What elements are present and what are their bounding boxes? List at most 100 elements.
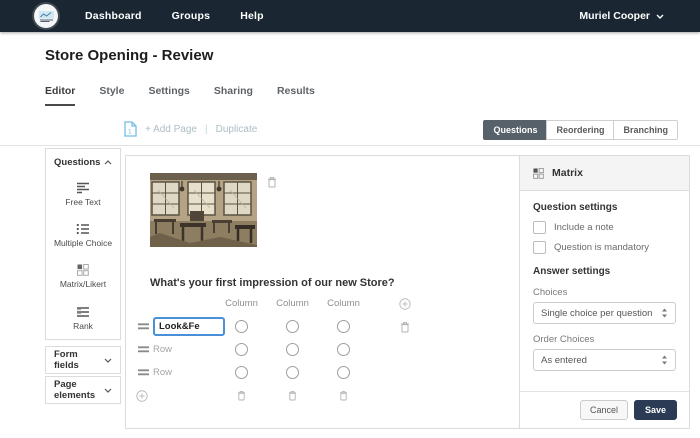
delete-column-button[interactable] (318, 384, 369, 407)
question-settings-panel: Matrix Question settings Include a note … (519, 156, 689, 428)
multiple-choice-icon (76, 223, 90, 235)
sidebar-item-rank[interactable]: Rank (46, 298, 120, 339)
row-label[interactable]: Row (153, 344, 172, 355)
matrix-table: Column Column Column Row (136, 292, 441, 407)
toolbar-divider (0, 145, 700, 146)
panel-body: Question settings Include a note Questio… (520, 191, 689, 391)
app-logo[interactable] (34, 4, 58, 28)
matrix-column-header[interactable]: Column (216, 294, 267, 314)
radio-button[interactable] (337, 320, 350, 333)
logo-icon (39, 11, 54, 22)
empty-cell (369, 361, 441, 384)
matrix-icon (77, 264, 89, 276)
chevron-down-icon (104, 388, 112, 393)
delete-row-button[interactable] (369, 315, 441, 338)
sidebar-item-label: Matrix/Likert (60, 280, 106, 289)
choices-select[interactable]: Single choice per question (533, 302, 676, 324)
sidebar-header-questions[interactable]: Questions (46, 149, 120, 175)
nav-menu: Dashboard Groups Help (85, 10, 264, 22)
matrix-column-header[interactable]: Column (267, 294, 318, 314)
page-title: Store Opening - Review (45, 47, 213, 64)
checkbox-label: Include a note (554, 222, 614, 233)
page-icon: 1 (124, 121, 137, 137)
view-switcher: Questions Reordering Branching (483, 120, 678, 140)
panel-title: Matrix (552, 167, 583, 179)
radio-button[interactable] (286, 343, 299, 356)
sidebar-header-page-elements[interactable]: Page elements (46, 377, 120, 403)
include-note-checkbox[interactable]: Include a note (533, 221, 676, 234)
drag-handle-icon[interactable] (138, 369, 149, 376)
nav-item-dashboard[interactable]: Dashboard (85, 10, 142, 22)
matrix-row: Row (136, 361, 216, 384)
free-text-icon (76, 182, 90, 194)
delete-image-button[interactable] (267, 176, 277, 188)
user-menu[interactable]: Muriel Cooper (579, 10, 664, 22)
order-choices-value: As entered (541, 355, 587, 366)
tab-sharing[interactable]: Sharing (214, 85, 253, 106)
view-button-questions[interactable]: Questions (483, 120, 547, 140)
question-settings-label: Question settings (533, 202, 676, 213)
toolbar-separator: | (205, 124, 208, 135)
svg-text:1: 1 (128, 129, 132, 136)
radio-button[interactable] (235, 366, 248, 379)
sidebar-item-label: Rank (73, 322, 93, 331)
tab-results[interactable]: Results (277, 85, 315, 106)
matrix-corner-cell (136, 294, 216, 314)
checkbox-icon (533, 221, 546, 234)
tab-settings[interactable]: Settings (148, 85, 189, 106)
matrix-row (136, 315, 216, 338)
row-label-input[interactable] (153, 317, 225, 336)
view-button-reordering[interactable]: Reordering (546, 120, 614, 140)
sidebar-item-matrix-likert[interactable]: Matrix/Likert (46, 257, 120, 298)
checkbox-label: Question is mandatory (554, 242, 649, 253)
view-button-branching[interactable]: Branching (613, 120, 678, 140)
sidebar-header-label: Page elements (54, 379, 104, 401)
add-row-button[interactable] (136, 390, 148, 402)
nav-item-help[interactable]: Help (240, 10, 264, 22)
add-page-button[interactable]: + Add Page (145, 124, 197, 135)
sidebar-item-free-text[interactable]: Free Text (46, 174, 120, 215)
drag-handle-icon[interactable] (138, 323, 149, 330)
sidebar-item-multiple-choice[interactable]: Multiple Choice (46, 215, 120, 256)
chevron-down-icon (656, 14, 664, 19)
panel-footer: Cancel Save (520, 391, 689, 428)
sidebar-section-questions: Questions (45, 148, 121, 176)
order-choices-label: Order Choices (533, 334, 676, 345)
delete-column-button[interactable] (216, 384, 267, 407)
question-editor-card: What's your first impression of our new … (125, 155, 690, 429)
sidebar-item-label: Free Text (65, 198, 100, 207)
top-navbar: Dashboard Groups Help Muriel Cooper (0, 0, 700, 32)
cancel-button[interactable]: Cancel (580, 400, 628, 420)
empty-cell (369, 338, 441, 361)
chevron-down-icon (104, 358, 112, 363)
sidebar-header-form-fields[interactable]: Form fields (46, 347, 120, 373)
radio-button[interactable] (286, 320, 299, 333)
radio-button[interactable] (235, 320, 248, 333)
radio-button[interactable] (337, 366, 350, 379)
empty-cell (369, 384, 441, 407)
row-label[interactable]: Row (153, 367, 172, 378)
mandatory-checkbox[interactable]: Question is mandatory (533, 241, 676, 254)
radio-button[interactable] (235, 343, 248, 356)
choices-value: Single choice per question (541, 308, 652, 319)
order-choices-select[interactable]: As entered (533, 349, 676, 371)
question-image[interactable] (150, 173, 257, 247)
drag-handle-icon[interactable] (138, 346, 149, 353)
tab-style[interactable]: Style (99, 85, 124, 106)
delete-column-button[interactable] (267, 384, 318, 407)
nav-item-groups[interactable]: Groups (172, 10, 211, 22)
tab-editor[interactable]: Editor (45, 85, 75, 106)
radio-button[interactable] (337, 343, 350, 356)
radio-button[interactable] (286, 366, 299, 379)
save-button[interactable]: Save (634, 400, 677, 420)
question-text[interactable]: What's your first impression of our new … (150, 277, 395, 289)
add-column-button[interactable] (369, 294, 441, 314)
sidebar-section-page-elements: Page elements (45, 376, 121, 404)
duplicate-button[interactable]: Duplicate (216, 124, 258, 135)
choices-label: Choices (533, 287, 676, 298)
sidebar-header-label: Form fields (54, 349, 104, 371)
sidebar-question-types: Free Text Multiple Choice Matrix/Likert (45, 174, 121, 340)
page-toolbar: 1 + Add Page | Duplicate (124, 119, 257, 139)
matrix-column-header[interactable]: Column (318, 294, 369, 314)
tab-bar: Editor Style Settings Sharing Results (45, 85, 315, 106)
